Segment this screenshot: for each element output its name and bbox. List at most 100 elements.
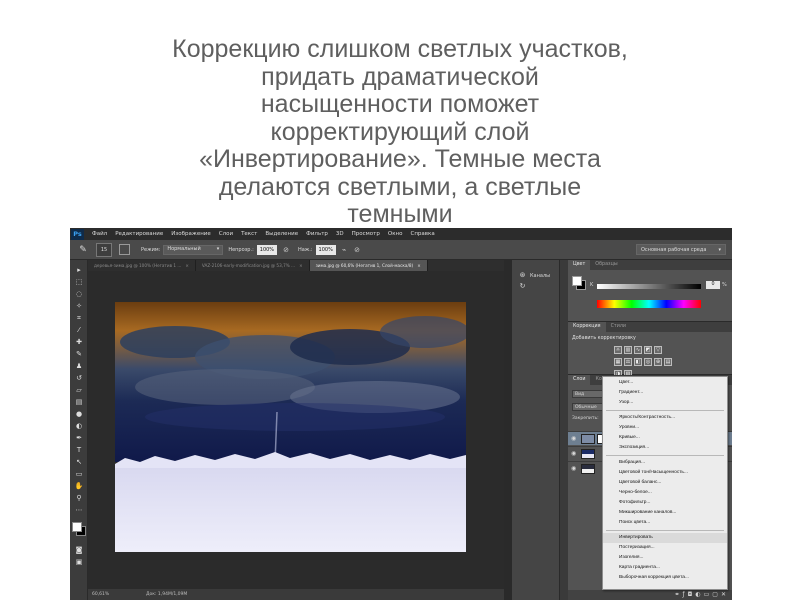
inverted-winter-photo[interactable] bbox=[115, 302, 466, 552]
workspace-select[interactable]: Основная рабочая среда ▾ bbox=[636, 244, 726, 255]
canvas-area[interactable] bbox=[88, 271, 504, 589]
k-channel-slider[interactable] bbox=[597, 284, 701, 289]
marquee-tool-icon[interactable]: ⬚ bbox=[74, 278, 84, 287]
menu-item-brightness-contrast[interactable]: Яркость/Контрастность... bbox=[603, 413, 727, 423]
eyedropper-tool-icon[interactable]: ⁄ bbox=[74, 326, 84, 335]
hand-tool-icon[interactable]: ✋ bbox=[74, 482, 84, 491]
blend-mode-select[interactable]: Нормальный ▾ bbox=[163, 244, 224, 255]
menu-view[interactable]: Просмотр bbox=[348, 231, 384, 237]
menu-item-invert[interactable]: Инвертировать bbox=[603, 533, 727, 543]
fx-icon[interactable]: ƒ bbox=[683, 590, 685, 600]
brush-panel-icon[interactable] bbox=[119, 244, 130, 255]
eraser-tool-icon[interactable]: ▱ bbox=[74, 386, 84, 395]
eye-icon[interactable]: ◉ bbox=[571, 435, 576, 442]
close-icon[interactable]: × bbox=[185, 263, 189, 268]
menu-type[interactable]: Текст bbox=[237, 231, 261, 237]
close-icon[interactable]: × bbox=[299, 263, 303, 268]
pen-tool-icon[interactable]: ✒ bbox=[74, 434, 84, 443]
menu-item-threshold[interactable]: Изогелия... bbox=[603, 553, 727, 563]
menu-item-exposure[interactable]: Экспозиция... bbox=[603, 443, 727, 453]
brightness-icon[interactable]: ☼ bbox=[614, 346, 622, 354]
opacity-input[interactable]: 100% bbox=[256, 244, 278, 255]
exposure-icon[interactable]: ◩ bbox=[644, 346, 652, 354]
tab-adjustments[interactable]: Коррекция bbox=[568, 322, 606, 332]
move-tool-icon[interactable]: ▸ bbox=[74, 266, 84, 275]
eye-icon[interactable]: ◉ bbox=[571, 450, 576, 457]
vibrance-icon[interactable]: ▽ bbox=[654, 346, 662, 354]
new-layer-icon[interactable]: ▢ bbox=[712, 590, 718, 600]
gradient-tool-icon[interactable]: ▤ bbox=[74, 398, 84, 407]
new-group-icon[interactable]: ▭ bbox=[704, 590, 710, 600]
trash-icon[interactable]: ✕ bbox=[721, 590, 726, 600]
menu-item-curves[interactable]: Кривые... bbox=[603, 433, 727, 443]
history-brush-tool-icon[interactable]: ↺ bbox=[74, 374, 84, 383]
menu-item-posterize[interactable]: Постеризация... bbox=[603, 543, 727, 553]
menu-image[interactable]: Изображение bbox=[167, 231, 215, 237]
tab-layers[interactable]: Слои bbox=[568, 375, 591, 385]
misc-tool-icon[interactable]: ⋯ bbox=[74, 506, 84, 515]
channels-panel-button[interactable]: ⊛ Каналы bbox=[518, 271, 551, 280]
quick-select-tool-icon[interactable]: ✧ bbox=[74, 302, 84, 311]
photo-filter-icon[interactable]: ◎ bbox=[644, 358, 652, 366]
curves-icon[interactable]: ∿ bbox=[634, 346, 642, 354]
brush-tool-icon[interactable]: ✎ bbox=[76, 243, 90, 257]
tab-swatches[interactable]: Образцы bbox=[590, 260, 622, 270]
menu-file[interactable]: Файл bbox=[88, 231, 111, 237]
healing-tool-icon[interactable]: ✚ bbox=[74, 338, 84, 347]
menu-layers[interactable]: Слои bbox=[215, 231, 237, 237]
flow-input[interactable]: 100% bbox=[315, 244, 336, 255]
zoom-tool-icon[interactable]: ⚲ bbox=[74, 494, 84, 503]
color-spectrum-bar[interactable] bbox=[597, 300, 701, 308]
black-white-icon[interactable]: ◧ bbox=[634, 358, 642, 366]
brush-tool-icon[interactable]: ✎ bbox=[74, 350, 84, 359]
quick-mask-icon[interactable]: ◙ bbox=[74, 546, 84, 555]
menu-item-gradient[interactable]: Градиент... bbox=[603, 388, 727, 398]
tab-styles[interactable]: Стили bbox=[606, 322, 631, 332]
menu-item-black-white[interactable]: Черно-белое... bbox=[603, 488, 727, 498]
k-channel-input[interactable]: 0 bbox=[706, 281, 720, 289]
type-tool-icon[interactable]: T bbox=[74, 446, 84, 455]
menu-item-color-balance[interactable]: Цветовой баланс... bbox=[603, 478, 727, 488]
menu-item-channel-mixer[interactable]: Микширование каналов... bbox=[603, 508, 727, 518]
hue-saturation-icon[interactable]: ▦ bbox=[614, 358, 622, 366]
dodge-tool-icon[interactable]: ◐ bbox=[74, 422, 84, 431]
menu-help[interactable]: Справка bbox=[406, 231, 438, 237]
menu-item-gradient-map[interactable]: Карта градиента... bbox=[603, 563, 727, 573]
history-icon[interactable]: ↻ bbox=[518, 282, 527, 291]
blur-tool-icon[interactable]: ● bbox=[74, 410, 84, 419]
menu-item-color-lookup[interactable]: Поиск цвета... bbox=[603, 518, 727, 528]
new-adjustment-icon[interactable]: ◐ bbox=[695, 590, 700, 600]
path-select-tool-icon[interactable]: ↖ bbox=[74, 458, 84, 467]
crop-tool-icon[interactable]: ⌗ bbox=[74, 314, 84, 323]
menu-3d[interactable]: 3D bbox=[332, 231, 348, 237]
close-icon[interactable]: × bbox=[417, 263, 421, 268]
airbrush-icon[interactable]: ⌁ bbox=[342, 246, 346, 254]
color-lookup-icon[interactable]: ▤ bbox=[664, 358, 672, 366]
tab-color[interactable]: Цвет bbox=[568, 260, 591, 270]
eye-icon[interactable]: ◉ bbox=[571, 465, 576, 472]
menu-filter[interactable]: Фильтр bbox=[302, 231, 332, 237]
menu-item-pattern[interactable]: Узор... bbox=[603, 398, 727, 408]
pressure-opacity-icon[interactable]: ⊘ bbox=[283, 246, 289, 254]
foreground-color-swatch[interactable] bbox=[72, 522, 82, 532]
menu-item-vibrance[interactable]: Вибрация... bbox=[603, 458, 727, 468]
screen-mode-icon[interactable]: ▣ bbox=[74, 558, 84, 567]
brush-size-picker[interactable]: 15 bbox=[96, 242, 112, 257]
menu-item-photo-filter[interactable]: Фотофильтр... bbox=[603, 498, 727, 508]
pressure-size-icon[interactable]: ⊘ bbox=[354, 246, 360, 254]
doc-tab[interactable]: VAZ-2106-early-modification.jpg @ 53,7% … bbox=[196, 260, 310, 271]
lasso-tool-icon[interactable]: ◌ bbox=[74, 290, 84, 299]
menu-item-hue-saturation[interactable]: Цветовой тон/Насыщенность... bbox=[603, 468, 727, 478]
menu-item-selective-color[interactable]: Выборочная коррекция цвета... bbox=[603, 573, 727, 583]
menu-item-levels[interactable]: Уровни... bbox=[603, 423, 727, 433]
menu-edit[interactable]: Редактирование bbox=[111, 231, 167, 237]
zoom-level[interactable]: 60,61% bbox=[92, 589, 109, 600]
doc-tab-active[interactable]: зима.jpg @ 60,6% (Негатив 1, Слой-маска/… bbox=[309, 260, 428, 271]
menu-item-color[interactable]: Цвет... bbox=[603, 378, 727, 388]
color-balance-icon[interactable]: ⚖ bbox=[624, 358, 632, 366]
channel-mixer-icon[interactable]: ⊕ bbox=[654, 358, 662, 366]
link-layers-icon[interactable]: ⚭ bbox=[674, 590, 679, 600]
stamp-tool-icon[interactable]: ♟ bbox=[74, 362, 84, 371]
color-panel-foreground-swatch[interactable] bbox=[572, 276, 582, 286]
levels-icon[interactable]: ▥ bbox=[624, 346, 632, 354]
